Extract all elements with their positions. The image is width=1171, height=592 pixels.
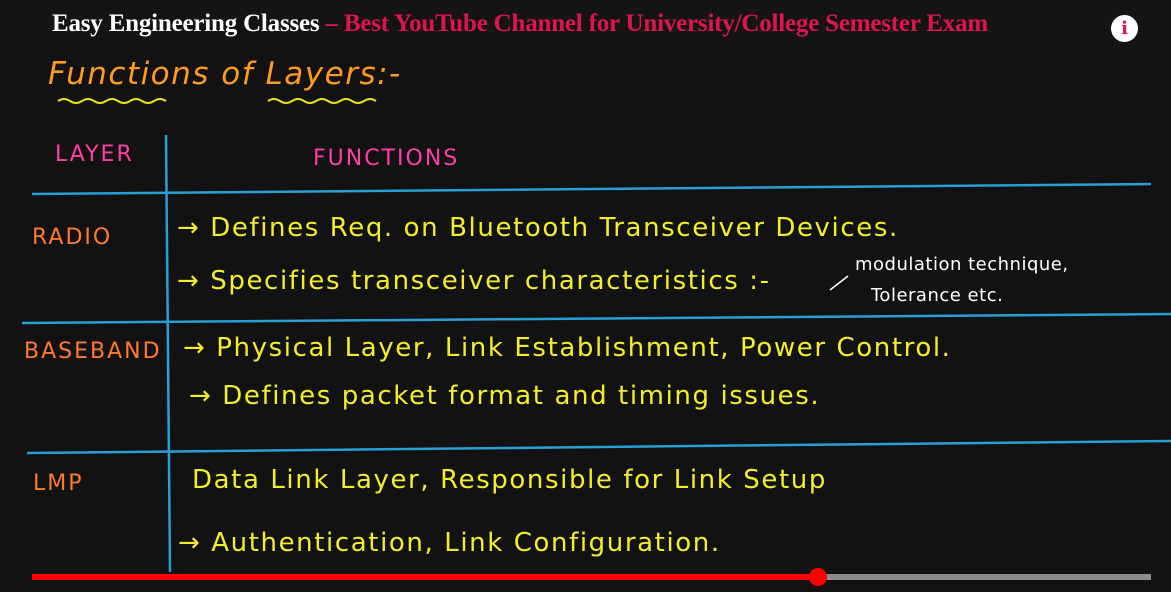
function-radio-2: → Specifies transceiver characteristics … — [177, 266, 771, 296]
row-divider-radio — [21, 312, 1171, 325]
function-baseband-2: → Defines packet format and timing issue… — [189, 381, 821, 411]
note-radio-1: modulation technique, — [855, 254, 1069, 275]
column-header-functions: FUNCTIONS — [313, 146, 460, 171]
function-baseband-1: → Physical Layer, Link Establishment, Po… — [183, 333, 952, 363]
title-underline — [57, 98, 377, 104]
function-radio-1: → Defines Req. on Bluetooth Transceiver … — [177, 213, 899, 243]
progress-played — [32, 574, 818, 580]
layer-radio: RADIO — [32, 225, 113, 250]
progress-bar[interactable] — [32, 568, 1151, 586]
function-lmp-1: Data Link Layer, Responsible for Link Se… — [192, 465, 827, 495]
note-connector — [829, 275, 849, 291]
function-lmp-2: → Authentication, Link Configuration. — [178, 528, 721, 558]
layer-lmp: LMP — [33, 471, 84, 496]
layer-baseband: BASEBAND — [24, 339, 162, 364]
note-radio-2: Tolerance etc. — [871, 285, 1004, 306]
row-divider-header — [31, 182, 1152, 196]
row-divider-baseband — [26, 439, 1171, 455]
scrubber-handle[interactable] — [808, 568, 827, 586]
column-header-layer: LAYER — [55, 142, 134, 167]
column-divider — [164, 134, 172, 573]
video-frame: Easy Engineering Classes – Best YouTube … — [0, 0, 1171, 592]
